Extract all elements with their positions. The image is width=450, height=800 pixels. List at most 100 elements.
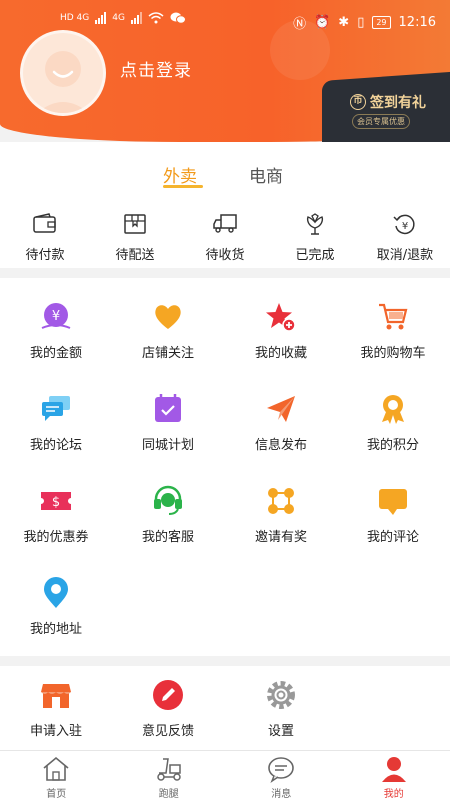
chat-icon [42, 396, 70, 421]
grid-item-label: 店铺关注 [141, 346, 194, 361]
grid-item-shop-follow[interactable]: 店铺关注 [112, 300, 224, 361]
location-icon [44, 577, 68, 608]
grid-item-label: 同城计划 [141, 438, 194, 453]
grid-item-apply-join[interactable]: 申请入驻 [0, 678, 112, 739]
login-link[interactable]: 点击登录 [120, 56, 192, 81]
nav-home[interactable]: 首页 [0, 751, 113, 800]
flower-icon [306, 213, 324, 235]
order-item-pending-receipt[interactable]: 待收货 [180, 212, 270, 263]
grid-item-label: 申请入驻 [29, 724, 82, 739]
headset-icon [154, 485, 182, 515]
order-item-pending-delivery[interactable]: 待配送 [90, 212, 180, 263]
order-item-refund[interactable]: ¥ 取消/退款 [360, 212, 450, 263]
grid-item-label: 我的评论 [366, 530, 419, 545]
nav-mine[interactable]: 我的 [338, 751, 450, 800]
battery-icon: 29 [372, 16, 391, 29]
truck-icon [213, 214, 237, 233]
wallet-icon [33, 213, 56, 233]
nav-label: 首页 [46, 789, 67, 800]
grid-item-points[interactable]: 我的积分 [337, 392, 449, 453]
grid-item-label: 意见反馈 [141, 724, 194, 739]
package-icon [124, 214, 146, 234]
grid-item-cart[interactable]: 我的购物车 [337, 300, 449, 361]
grid-item-label: 设置 [267, 724, 294, 739]
nav-errand[interactable]: 跑腿 [113, 751, 226, 800]
order-section: 外卖 电商 待付款 待配送 待收货 已完成 ¥ 取消/退款 [0, 142, 450, 268]
grid-item-label: 我的收藏 [254, 346, 307, 361]
pencil-icon [153, 680, 183, 710]
grid-item-favorites[interactable]: 我的收藏 [225, 300, 337, 361]
grid-item-label: 我的地址 [29, 622, 82, 637]
alarm-icon: ⏰ [314, 15, 331, 30]
order-item-label: 待付款 [25, 248, 65, 263]
paper-plane-icon [267, 396, 295, 422]
signin-title-text: 签到有礼 [370, 95, 426, 111]
person-icon [381, 757, 406, 782]
home-icon [43, 756, 69, 781]
grid-item-coupons[interactable]: $ 我的优惠券 [0, 484, 112, 545]
grid-item-label: 我的客服 [141, 530, 194, 545]
grid-item-label: 我的积分 [366, 438, 419, 453]
coupon-icon: $ [41, 492, 71, 510]
grid-item-label: 我的论坛 [29, 438, 82, 453]
grid-item-label: 信息发布 [254, 438, 307, 453]
tab-takeout[interactable]: 外卖 [163, 162, 197, 187]
svg-text:¥: ¥ [402, 221, 408, 232]
wifi-icon [148, 12, 164, 24]
signal-1-icon [95, 12, 107, 24]
signin-title[interactable]: 币 签到有礼 [350, 92, 426, 112]
money-icon: ¥ [41, 303, 71, 329]
grid-item-settings[interactable]: 设置 [225, 678, 337, 739]
order-item-label: 已完成 [295, 248, 335, 263]
order-item-completed[interactable]: 已完成 [270, 212, 360, 263]
coin-icon: 币 [350, 94, 366, 110]
star-icon [266, 303, 296, 332]
signal-indicators: HD 4G 4G [60, 12, 186, 24]
settings-section: 申请入驻 意见反馈 设置 [0, 666, 450, 750]
message-icon [268, 757, 295, 783]
status-right: Ⓝ ⏰ ✱ ▯ 29 12:16 [293, 13, 436, 32]
bottom-nav: 首页 跑腿 消息 我的 [0, 750, 450, 800]
gear-icon [267, 681, 295, 709]
grid-item-address[interactable]: 我的地址 [0, 576, 112, 637]
cart-icon [379, 303, 408, 330]
grid-item-invite-reward[interactable]: 邀请有奖 [225, 484, 337, 545]
nav-messages[interactable]: 消息 [225, 751, 338, 800]
order-item-label: 待收货 [205, 248, 245, 263]
order-item-pending-payment[interactable]: 待付款 [0, 212, 90, 263]
feature-grid: ¥ 我的金额 店铺关注 我的收藏 我的购物车 我的论坛 同城计划 信息发布 我的… [0, 278, 450, 656]
order-item-label: 待配送 [115, 248, 155, 263]
grid-item-customer-service[interactable]: 我的客服 [112, 484, 224, 545]
tab-ecommerce[interactable]: 电商 [249, 162, 283, 187]
avatar[interactable] [20, 30, 106, 116]
grid-item-forum[interactable]: 我的论坛 [0, 392, 112, 453]
grid-item-label: 我的金额 [29, 346, 82, 361]
order-status-row: 待付款 待配送 待收货 已完成 ¥ 取消/退款 [0, 212, 450, 263]
nfc-icon: Ⓝ [293, 17, 307, 32]
nav-label: 跑腿 [158, 789, 179, 800]
nav-label: 我的 [383, 789, 404, 800]
grid-item-reviews[interactable]: 我的评论 [337, 484, 449, 545]
signal-2-icon [130, 12, 142, 24]
sim2-label: 4G [112, 13, 125, 23]
medal-icon [382, 395, 404, 424]
comment-icon [379, 489, 407, 515]
sim1-label: HD 4G [60, 13, 90, 23]
scooter-icon [157, 758, 181, 781]
signin-subtitle: 会员专属优惠 [352, 114, 410, 129]
vibrate-icon: ▯ [357, 15, 365, 30]
nav-label: 消息 [271, 789, 292, 800]
grid-item-city-plan[interactable]: 同城计划 [112, 392, 224, 453]
grid-item-label: 我的购物车 [360, 346, 426, 361]
grid-item-feedback[interactable]: 意见反馈 [112, 678, 224, 739]
clock-time: 12:16 [398, 15, 436, 30]
grid-item-my-balance[interactable]: ¥ 我的金额 [0, 300, 112, 361]
refund-icon: ¥ [393, 214, 415, 235]
grid-item-label: 邀请有奖 [254, 530, 307, 545]
order-tabs: 外卖 电商 [0, 162, 450, 190]
order-item-label: 取消/退款 [376, 248, 434, 263]
grid-item-post-info[interactable]: 信息发布 [225, 392, 337, 453]
svg-text:$: $ [52, 495, 60, 510]
heart-icon [155, 305, 181, 329]
shop-icon [41, 684, 71, 708]
